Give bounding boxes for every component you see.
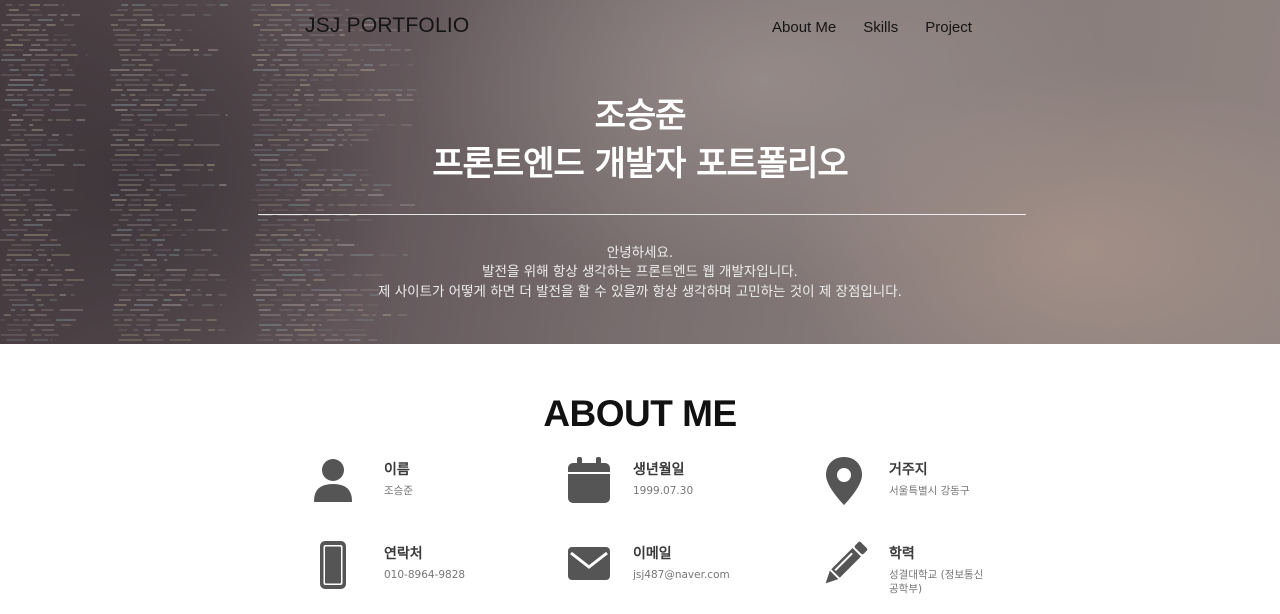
hero-title-subtitle: 프론트엔드 개발자 포트폴리오 bbox=[432, 144, 848, 184]
about-item-label: 거주지 bbox=[889, 462, 928, 478]
nav-link-skills[interactable]: Skills bbox=[863, 19, 898, 36]
hero-divider bbox=[258, 214, 1026, 215]
envelope-icon bbox=[568, 547, 610, 580]
about-item-value: jsj487@naver.com bbox=[633, 569, 730, 581]
about-item-value: 010-8964-9828 bbox=[384, 569, 466, 581]
about-item-contact: 연락처 010-8964-9828 bbox=[312, 541, 552, 601]
about-item-value: 조승준 bbox=[384, 485, 413, 497]
about-item-value: 성결대학교 (정보통신공학부) bbox=[889, 569, 984, 595]
site-logo[interactable]: JSJ PORTFOLIO bbox=[305, 14, 469, 38]
about-item-residence: 거주지 서울특별시 강동구 bbox=[817, 457, 1057, 517]
pencil-icon bbox=[825, 541, 868, 584]
mobile-phone-icon bbox=[320, 541, 346, 589]
user-icon bbox=[314, 459, 352, 502]
nav-link-about-me[interactable]: About Me bbox=[772, 19, 836, 36]
main-nav: About Me Skills Project bbox=[772, 19, 972, 36]
about-item-label: 연락처 bbox=[384, 546, 423, 562]
about-item-value: 서울특별시 강동구 bbox=[889, 485, 970, 497]
about-item-email: 이메일 jsj487@naver.com bbox=[561, 541, 801, 601]
about-item-label: 이메일 bbox=[633, 546, 672, 562]
hero-description-line: 제 사이트가 어떻게 하면 더 발전을 할 수 있을까 항상 생각하며 고민하는… bbox=[378, 284, 902, 300]
about-item-birthdate: 생년월일 1999.07.30 bbox=[561, 457, 801, 517]
nav-link-project[interactable]: Project bbox=[925, 19, 972, 36]
about-item-label: 이름 bbox=[384, 462, 410, 478]
hero-description-line: 안녕하세요. bbox=[606, 245, 674, 261]
hero-section: JSJ PORTFOLIO About Me Skills Project 조승… bbox=[0, 0, 1280, 344]
map-pin-icon bbox=[826, 457, 862, 505]
about-item-name: 이름 조승준 bbox=[312, 457, 552, 517]
about-item-label: 생년월일 bbox=[633, 462, 685, 478]
about-item-education: 학력 성결대학교 (정보통신공학부) bbox=[817, 541, 1057, 601]
about-item-label: 학력 bbox=[889, 546, 915, 562]
about-me-heading: ABOUT ME bbox=[543, 393, 737, 434]
calendar-icon bbox=[568, 457, 610, 503]
hero-title-name: 조승준 bbox=[594, 96, 687, 136]
hero-description-line: 발전을 위해 항상 생각하는 프론트엔드 웹 개발자입니다. bbox=[482, 264, 798, 280]
about-item-value: 1999.07.30 bbox=[633, 485, 694, 497]
